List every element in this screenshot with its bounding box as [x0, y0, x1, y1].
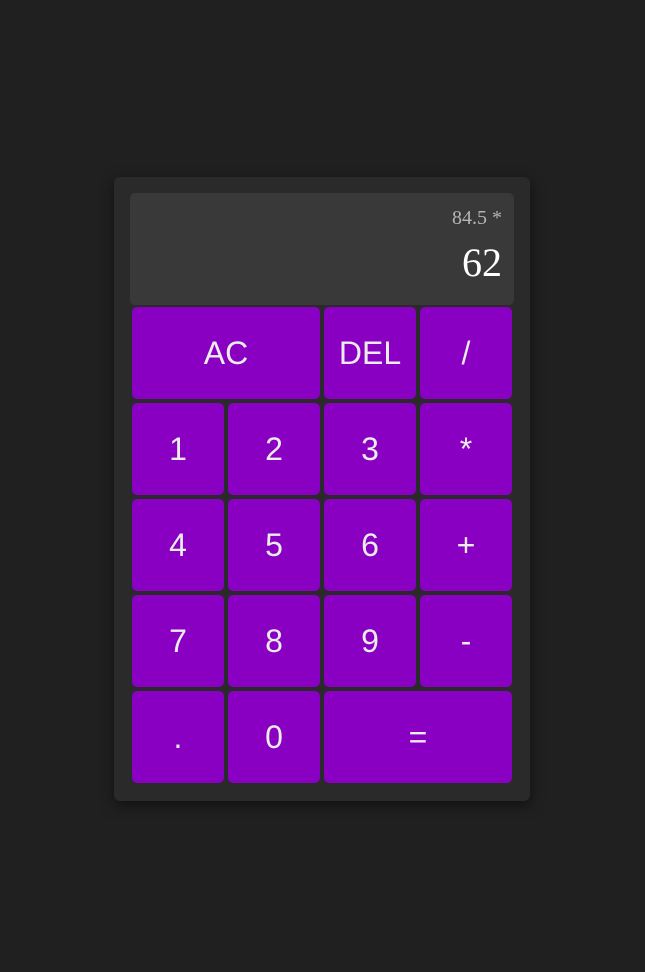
minus-button[interactable]: -	[420, 595, 512, 687]
previous-operand: 84.5 *	[452, 207, 502, 229]
digit-8-button[interactable]: 8	[228, 595, 320, 687]
digit-1-button[interactable]: 1	[132, 403, 224, 495]
digit-3-button[interactable]: 3	[324, 403, 416, 495]
current-operand: 62	[462, 240, 502, 285]
calculator-display: 84.5 * 62	[130, 193, 514, 305]
digit-4-button[interactable]: 4	[132, 499, 224, 591]
keypad: AC DEL / 1 2 3 * 4 5 6 + 7 8 9 - . 0 =	[132, 307, 512, 783]
digit-7-button[interactable]: 7	[132, 595, 224, 687]
digit-2-button[interactable]: 2	[228, 403, 320, 495]
digit-6-button[interactable]: 6	[324, 499, 416, 591]
multiply-button[interactable]: *	[420, 403, 512, 495]
plus-button[interactable]: +	[420, 499, 512, 591]
divide-button[interactable]: /	[420, 307, 512, 399]
delete-button[interactable]: DEL	[324, 307, 416, 399]
calculator: 84.5 * 62 AC DEL / 1 2 3 * 4 5 6 + 7 8 9…	[114, 177, 530, 801]
digit-5-button[interactable]: 5	[228, 499, 320, 591]
digit-0-button[interactable]: 0	[228, 691, 320, 783]
all-clear-button[interactable]: AC	[132, 307, 320, 399]
equals-button[interactable]: =	[324, 691, 512, 783]
digit-9-button[interactable]: 9	[324, 595, 416, 687]
decimal-point-button[interactable]: .	[132, 691, 224, 783]
